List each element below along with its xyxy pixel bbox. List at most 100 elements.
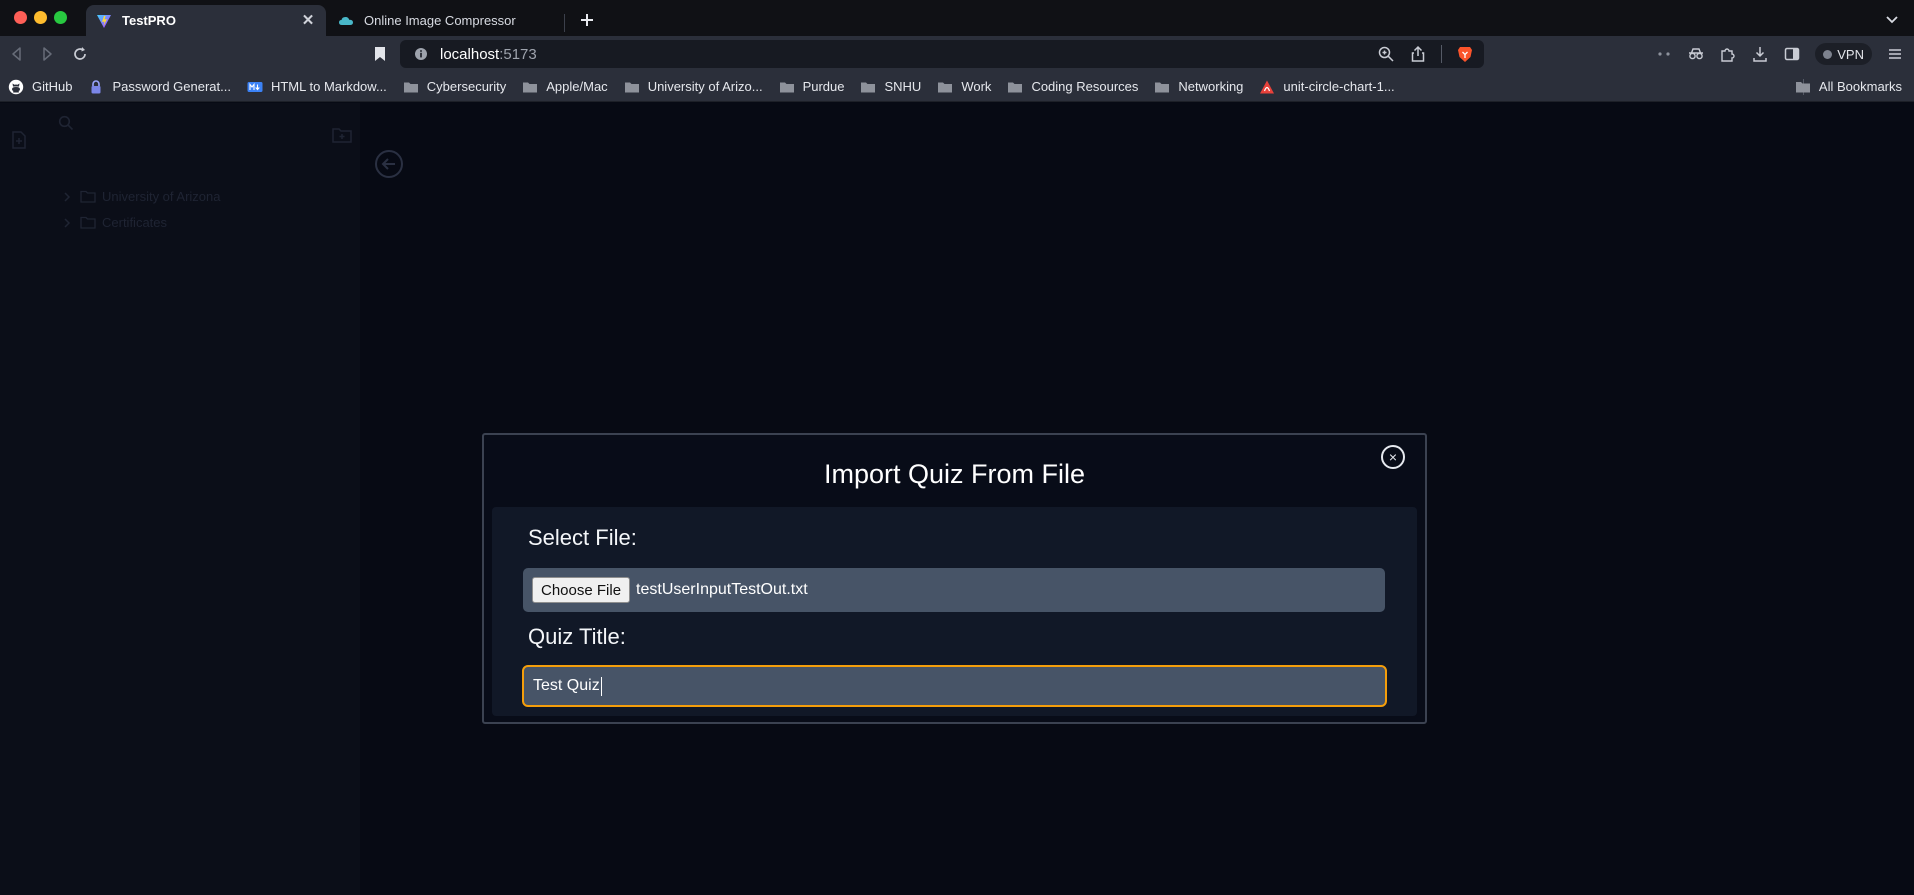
folder-icon	[80, 190, 96, 203]
reader-mode-icon[interactable]	[1655, 45, 1673, 63]
browser-toolbar: localhost:5173 VPN	[0, 36, 1914, 72]
quiz-title-value: Test Quiz	[533, 677, 600, 694]
bookmark-page-icon[interactable]	[372, 45, 388, 63]
tab-title: TestPRO	[122, 13, 176, 28]
folder-icon	[1155, 82, 1170, 92]
folder-icon	[938, 82, 953, 92]
new-file-icon	[12, 131, 26, 149]
chevron-down-icon[interactable]	[1884, 11, 1900, 27]
sidebar-folder-label: University of Arizona	[102, 189, 221, 204]
vite-logo-icon	[97, 14, 111, 28]
folder-icon	[80, 216, 96, 229]
url-port: :5173	[499, 45, 537, 63]
bookmark-folder-university-of-arizona[interactable]: University of Arizo...	[624, 79, 763, 95]
site-info-icon[interactable]	[414, 47, 428, 61]
bookmark-label: Networking	[1178, 79, 1244, 94]
bookmark-folder-snhu[interactable]: SNHU	[860, 79, 921, 95]
bookmark-folder-cybersecurity[interactable]: Cybersecurity	[403, 79, 506, 95]
markdown-icon	[247, 81, 263, 92]
bookmark-folder-coding-resources[interactable]: Coding Resources	[1007, 79, 1138, 95]
tab-testpro[interactable]: TestPRO ✕	[86, 5, 326, 36]
bookmark-label: HTML to Markdow...	[270, 79, 387, 94]
sidebar-folder-certificates[interactable]: Certificates	[62, 215, 167, 230]
bookmark-folder-networking[interactable]: Networking	[1154, 79, 1243, 95]
bookmark-label: GitHub	[32, 79, 73, 94]
selected-file-name: testUserInputTestOut.txt	[636, 581, 808, 598]
zoom-icon[interactable]	[1377, 45, 1395, 63]
choose-file-button[interactable]: Choose File	[532, 577, 631, 603]
back-icon[interactable]	[8, 45, 26, 63]
bookmark-label: Password Generat...	[112, 79, 231, 94]
modal-title: Import Quiz From File	[823, 459, 1086, 489]
quiz-title-input[interactable]: Test Quiz	[522, 665, 1387, 707]
chevron-right-icon	[64, 191, 71, 202]
private-browsing-icon[interactable]	[1687, 45, 1705, 63]
zoom-window-button[interactable]	[54, 11, 67, 24]
chevron-right-icon	[64, 217, 71, 228]
url-host: localhost	[440, 45, 500, 63]
bookmark-label: Coding Resources	[1031, 79, 1139, 94]
vpn-label: VPN	[1837, 46, 1864, 62]
close-window-button[interactable]	[14, 11, 27, 24]
share-icon[interactable]	[1409, 45, 1427, 63]
folder-icon	[779, 82, 794, 92]
bookmark-label: University of Arizo...	[647, 79, 763, 94]
cloud-icon	[339, 16, 353, 25]
address-bar[interactable]: localhost:5173	[400, 40, 1484, 68]
folder-icon	[861, 82, 876, 92]
sidebar-toggle-icon[interactable]	[1783, 45, 1801, 63]
collapse-sidebar-icon	[375, 150, 403, 178]
folder-icon	[403, 82, 418, 92]
import-quiz-modal: Import Quiz From File × Select File: Cho…	[482, 433, 1427, 724]
vpn-status-dot	[1823, 49, 1833, 59]
folder-icon	[1008, 82, 1023, 92]
search-icon	[58, 115, 74, 131]
folder-icon	[523, 82, 538, 92]
bookmark-label: Cybersecurity	[426, 79, 507, 94]
bookmark-label: unit-circle-chart-1...	[1283, 79, 1395, 94]
minimize-window-button[interactable]	[34, 11, 47, 24]
folder-icon	[624, 82, 639, 92]
all-bookmarks[interactable]: All Bookmarks	[1795, 79, 1902, 94]
tab-separator	[564, 14, 565, 32]
url-divider	[1441, 45, 1442, 63]
brave-shields-icon[interactable]	[1456, 45, 1474, 63]
downloads-icon[interactable]	[1751, 45, 1769, 63]
sidebar-folder-university-of-arizona[interactable]: University of Arizona	[62, 189, 221, 204]
bookmark-label: SNHU	[884, 79, 922, 94]
github-icon	[8, 79, 24, 94]
bookmark-label: Apple/Mac	[546, 79, 608, 94]
bookmark-folder-work[interactable]: Work	[937, 79, 991, 95]
bookmark-label: Work	[961, 79, 992, 94]
modal-body: Select File: Choose File testUserInputTe…	[492, 507, 1417, 716]
toolbar-right: VPN	[1641, 36, 1914, 72]
bookmarks-bar: GitHub Password Generat... HTML to Markd…	[0, 72, 1914, 102]
folder-icon	[1795, 81, 1810, 92]
bookmark-folder-purdue[interactable]: Purdue	[779, 79, 845, 95]
tab-title: Online Image Compressor	[364, 13, 516, 28]
bookmark-label: Purdue	[802, 79, 845, 94]
bookmark-html-to-markdown[interactable]: HTML to Markdow...	[247, 79, 387, 95]
new-tab-icon[interactable]	[576, 9, 598, 31]
bookmark-password-generator[interactable]: Password Generat...	[88, 79, 231, 95]
sidebar-folder-label: Certificates	[102, 215, 168, 230]
vpn-button[interactable]: VPN	[1815, 43, 1872, 65]
lock-icon	[91, 79, 101, 93]
pdf-icon	[1260, 80, 1275, 93]
bookmark-folder-apple-mac[interactable]: Apple/Mac	[522, 79, 608, 95]
menu-icon[interactable]	[1886, 45, 1904, 63]
close-modal-button[interactable]: ×	[1381, 445, 1405, 469]
all-bookmarks-label: All Bookmarks	[1818, 79, 1902, 94]
sidebar: University of Arizona Certificates	[0, 103, 360, 895]
tab-online-image-compressor[interactable]: Online Image Compressor	[328, 5, 564, 36]
extensions-icon[interactable]	[1719, 45, 1737, 63]
close-tab-icon[interactable]: ✕	[300, 12, 316, 29]
select-file-label: Select File:	[528, 525, 637, 550]
reload-icon[interactable]	[71, 45, 89, 63]
file-input[interactable]: Choose File testUserInputTestOut.txt	[523, 568, 1385, 612]
close-icon: ×	[1388, 449, 1398, 465]
forward-icon[interactable]	[38, 45, 56, 63]
tab-strip: TestPRO ✕ Online Image Compressor	[0, 0, 1914, 36]
bookmark-github[interactable]: GitHub	[8, 79, 72, 95]
bookmark-unit-circle-chart[interactable]: unit-circle-chart-1...	[1259, 79, 1395, 95]
